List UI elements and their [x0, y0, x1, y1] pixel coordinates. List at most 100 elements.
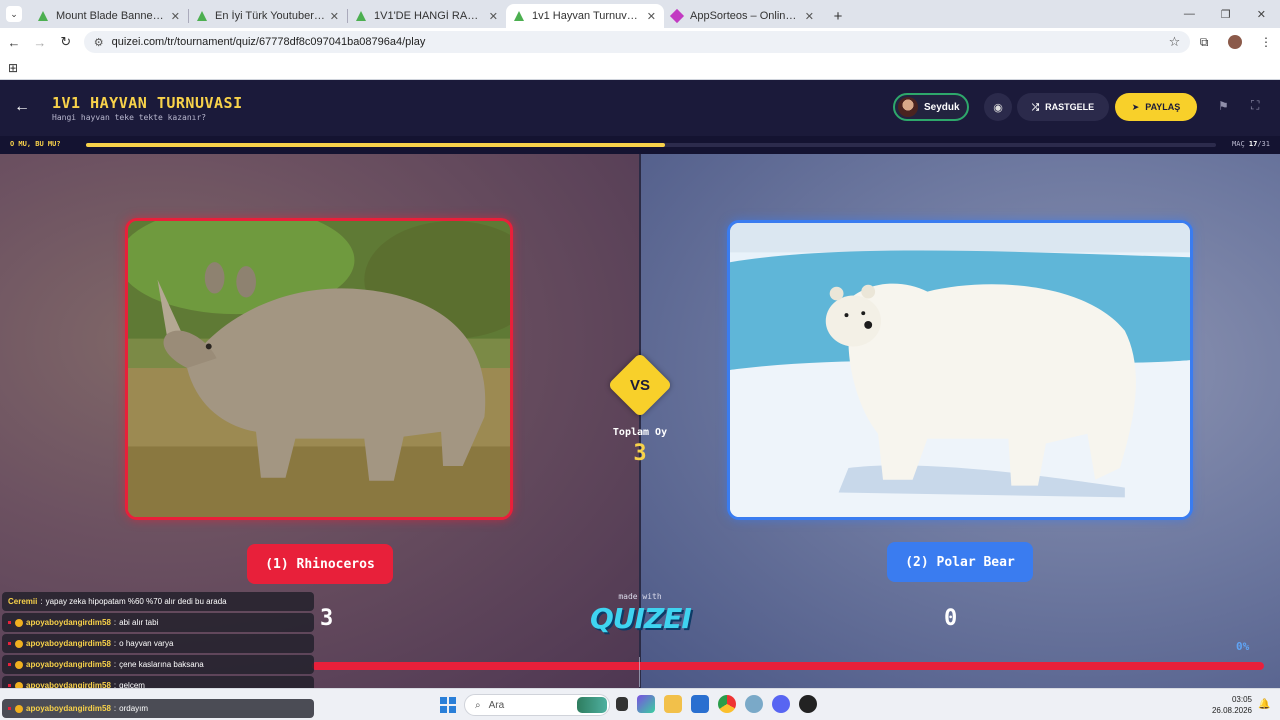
fullscreen-icon[interactable]: ⛶ [1251, 98, 1259, 113]
shuffle-icon: ⤮ [1031, 101, 1040, 112]
close-window-icon[interactable]: ✕ [1257, 8, 1266, 21]
profile-avatar[interactable] [1228, 35, 1243, 49]
extensions-icon[interactable]: ⧉ [1190, 35, 1218, 50]
chat-bullet-icon [8, 663, 11, 666]
user-name: Seyduk [924, 101, 960, 113]
left-contender-button[interactable]: (1) Rhinoceros [247, 544, 393, 584]
eye-icon: ◉ [993, 101, 1003, 114]
chat-message: apoyaboydangirdim58: o hayvan varya [2, 634, 314, 653]
vs-label: VS [629, 376, 650, 394]
quiz-header: ← 1V1 HAYVAN TURNUVASI Hangi hayvan teke… [0, 80, 1280, 136]
match-prefix: MAÇ [1232, 140, 1245, 148]
chat-overlay: Ceremii: yapay zeka hipopatam %60 %70 al… [2, 592, 314, 688]
chat-text: çene kaslarına baksana [119, 660, 204, 669]
chrome-icon[interactable] [718, 695, 736, 713]
site-favicon-icon [514, 11, 524, 21]
match-counter: MAÇ 17/31 [1232, 140, 1270, 148]
browser-tab[interactable]: Mount Blade Bannerlord En gü ✕ [30, 4, 188, 28]
close-tab-icon[interactable]: ✕ [330, 10, 339, 23]
store-icon[interactable] [637, 695, 655, 713]
site-favicon-icon [356, 11, 366, 21]
chat-badge-icon [15, 618, 23, 627]
browser-tab[interactable]: En İyi Türk Youtuber [128] - Tie ✕ [189, 4, 347, 28]
chat-bullet-icon [8, 642, 11, 645]
quiz-page: ← 1V1 HAYVAN TURNUVASI Hangi hayvan teke… [0, 80, 1280, 688]
chat-user: apoyaboydangirdim58 [26, 639, 111, 648]
back-icon[interactable]: ← [14, 98, 30, 116]
menu-kebab-icon[interactable]: ⋮ [1252, 35, 1280, 49]
tab-search-icon[interactable]: ⌄ [6, 6, 22, 22]
file-explorer-icon[interactable] [664, 695, 682, 713]
discord-icon[interactable] [772, 695, 790, 713]
progress-fill [86, 143, 665, 147]
task-view-icon[interactable] [616, 697, 628, 711]
browser-tab[interactable]: 1V1'DE HANGİ RAPÇİ DÖVER - ✕ [348, 4, 506, 28]
chat-badge-icon [15, 704, 23, 713]
vote-split-fill [312, 662, 1264, 670]
total-votes-label: Toplam Oy [612, 427, 668, 438]
chat-separator: : [113, 639, 117, 648]
right-contender-card[interactable] [727, 220, 1193, 520]
windows-start-icon[interactable] [440, 697, 456, 713]
share-label: PAYLAŞ [1145, 102, 1181, 112]
close-tab-icon[interactable]: ✕ [805, 10, 814, 23]
chat-bullet-icon [8, 621, 11, 624]
left-score: 3 [320, 606, 334, 631]
notification-bell-icon[interactable]: 🔔 [1258, 699, 1270, 710]
site-info-icon[interactable]: ⚙ [94, 36, 104, 49]
right-contender-button[interactable]: (2) Polar Bear [887, 542, 1033, 582]
taskbar-apps [616, 695, 817, 713]
vote-midline [639, 657, 640, 687]
view-eye-button[interactable]: ◉ [984, 93, 1012, 121]
browser-tabstrip: ⌄ Mount Blade Bannerlord En gü ✕ En İyi … [0, 0, 1280, 28]
share-button[interactable]: ➤ PAYLAŞ [1115, 93, 1197, 121]
reload-icon[interactable]: ↻ [54, 34, 78, 50]
tab-title: En İyi Türk Youtuber [128] - Tie [215, 10, 326, 22]
back-arrow-icon[interactable]: ← [2, 35, 26, 50]
close-tab-icon[interactable]: ✕ [647, 10, 656, 23]
apps-grid-icon[interactable]: ⊞ [8, 61, 18, 75]
browser-tab[interactable]: AppSorteos – Online Yazı Tura ✕ [664, 4, 822, 28]
random-label: RASTGELE [1045, 102, 1095, 112]
bookmark-star-icon[interactable]: ☆ [1169, 34, 1181, 50]
chat-text: yapay zeka hipopatam %60 %70 alır dedi b… [45, 597, 227, 606]
chat-text: ordayım [119, 704, 149, 713]
quiz-subtitle: Hangi hayvan teke tekte kazanır? [52, 113, 207, 122]
restore-icon[interactable]: ❐ [1221, 8, 1231, 21]
close-tab-icon[interactable]: ✕ [171, 10, 180, 23]
url-field[interactable]: ⚙ quizei.com/tr/tournament/quiz/67778df8… [83, 31, 1191, 53]
chat-user: Ceremii [8, 597, 38, 606]
chat-text: abi alır tabi [119, 618, 159, 627]
chat-badge-icon [15, 660, 23, 669]
user-profile-pill[interactable]: Seyduk [893, 93, 969, 121]
total-votes-value: 3 [633, 441, 647, 466]
report-flag-icon[interactable]: ⚑ [1218, 99, 1229, 113]
taskbar-search[interactable]: ⌕ Ara [464, 694, 610, 716]
minimize-icon[interactable]: — [1184, 8, 1195, 21]
quizei-logo: QUIZEI [590, 602, 692, 635]
ms-store-icon[interactable] [691, 695, 709, 713]
progress-track [86, 143, 1216, 147]
search-icon: ⌕ [475, 699, 481, 711]
random-button[interactable]: ⤮ RASTGELE [1017, 93, 1109, 121]
system-clock[interactable]: 03:05 26.08.2026 [1210, 694, 1252, 716]
browser-tab-active[interactable]: 1v1 Hayvan Turnuvası - Tier List ✕ [506, 4, 664, 28]
forward-arrow-icon[interactable]: → [28, 35, 52, 50]
chat-message: apoyaboydangirdim58: gelcem [2, 676, 314, 688]
left-contender-card[interactable] [125, 218, 513, 520]
match-total: /31 [1257, 140, 1270, 148]
send-icon: ➤ [1131, 101, 1140, 112]
tab-title: AppSorteos – Online Yazı Tura [690, 10, 801, 22]
made-with-label: made with [618, 592, 662, 601]
close-tab-icon[interactable]: ✕ [489, 10, 498, 23]
chat-separator: : [113, 618, 117, 627]
chat-text: o hayvan varya [119, 639, 174, 648]
right-percent: 0% [1236, 640, 1250, 653]
media-app-icon[interactable] [799, 695, 817, 713]
network-app-icon[interactable] [745, 695, 763, 713]
new-tab-button[interactable]: + [828, 6, 848, 26]
url-text: quizei.com/tr/tournament/quiz/67778df8c0… [111, 36, 426, 48]
address-bar: ← → ↻ ⚙ quizei.com/tr/tournament/quiz/67… [0, 28, 1280, 56]
chat-separator: : [113, 704, 117, 713]
chat-bullet-icon [8, 707, 11, 710]
